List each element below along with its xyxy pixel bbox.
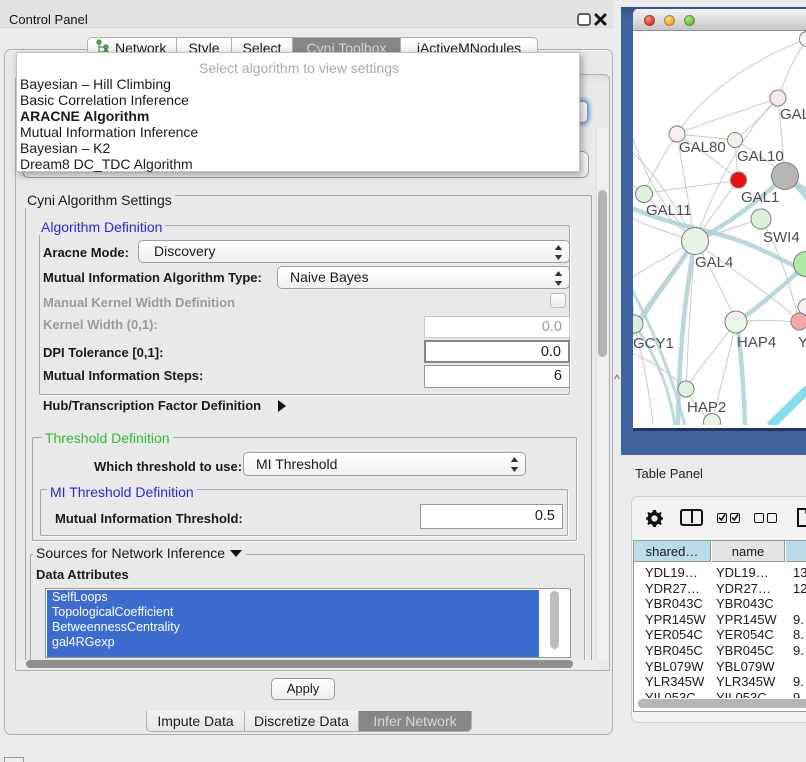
svg-text:HAP4: HAP4 — [737, 334, 776, 351]
svg-text:GAL4: GAL4 — [695, 254, 733, 271]
svg-text:SWI4: SWI4 — [763, 229, 800, 246]
svg-text:GAL10: GAL10 — [737, 148, 784, 165]
svg-text:GAL80: GAL80 — [679, 139, 726, 156]
svg-text:GAL11: GAL11 — [646, 202, 692, 219]
svg-text:GCY1: GCY1 — [633, 335, 674, 352]
svg-text:Y: Y — [798, 334, 806, 351]
svg-text:GAL: GAL — [780, 106, 806, 123]
svg-text:HAP2: HAP2 — [687, 399, 726, 416]
svg-text:GAL1: GAL1 — [741, 189, 779, 206]
